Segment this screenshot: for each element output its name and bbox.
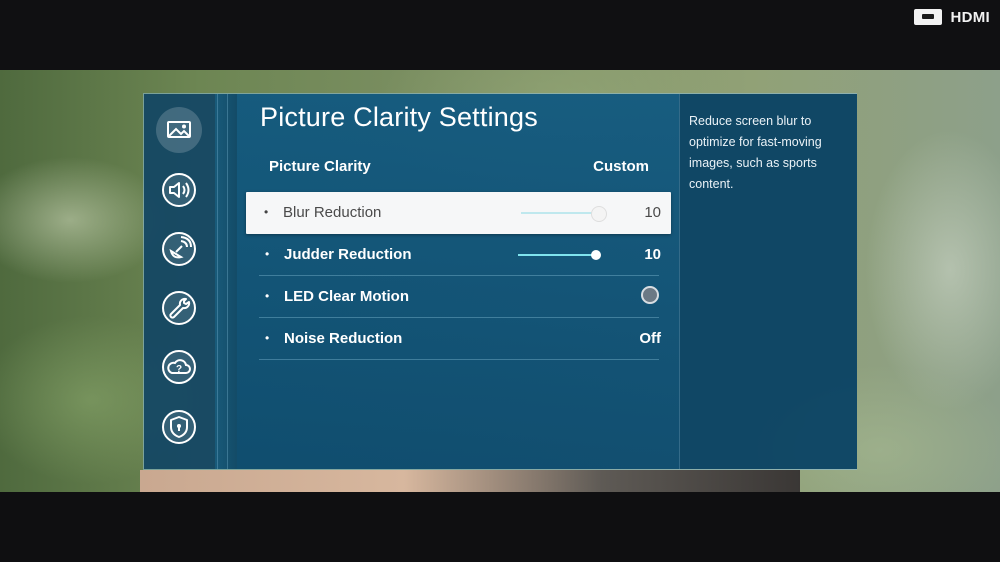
bullet: • <box>264 205 269 219</box>
picture-clarity-value: Custom <box>593 158 649 175</box>
help-cloud-icon[interactable]: ? <box>156 344 202 390</box>
noise-reduction-value: Off <box>639 330 661 347</box>
bullet: • <box>265 289 270 303</box>
blur-reduction-label: Blur Reduction <box>283 204 382 221</box>
led-clear-motion-toggle[interactable] <box>641 286 659 304</box>
video-background-detail <box>140 470 800 492</box>
category-rail: ? <box>144 94 215 469</box>
wrench-icon[interactable] <box>156 285 202 331</box>
slider-track <box>521 212 599 214</box>
slider-knob[interactable] <box>591 206 607 222</box>
judder-reduction-row[interactable]: • Judder Reduction 10 <box>247 234 671 276</box>
satellite-icon[interactable] <box>156 226 202 272</box>
blur-reduction-value: 10 <box>644 204 661 221</box>
bullet: • <box>265 331 270 345</box>
rail-divider <box>215 94 237 469</box>
judder-reduction-label: Judder Reduction <box>284 246 412 263</box>
input-source-indicator: HDMI <box>914 7 990 27</box>
sound-icon[interactable] <box>156 167 202 213</box>
picture-clarity-header[interactable]: Picture Clarity Custom <box>269 158 649 182</box>
row-divider <box>259 359 659 360</box>
led-clear-motion-row[interactable]: • LED Clear Motion <box>247 276 671 318</box>
picture-clarity-label: Picture Clarity <box>269 158 371 175</box>
shield-icon[interactable] <box>156 404 202 450</box>
letterbox-top <box>0 0 1000 70</box>
page-title: Picture Clarity Settings <box>260 102 538 132</box>
led-clear-motion-label: LED Clear Motion <box>284 288 410 305</box>
help-text: Reduce screen blur to optimize for fast-… <box>689 114 822 191</box>
judder-reduction-slider[interactable] <box>518 250 601 260</box>
noise-reduction-label: Noise Reduction <box>284 330 403 347</box>
bullet: • <box>265 247 270 261</box>
help-panel: Reduce screen blur to optimize for fast-… <box>679 94 857 469</box>
blur-reduction-row[interactable]: • Blur Reduction 10 <box>246 192 671 234</box>
slider-knob[interactable] <box>591 250 601 260</box>
noise-reduction-row[interactable]: • Noise Reduction Off <box>247 318 671 360</box>
svg-text:?: ? <box>176 364 182 375</box>
settings-menu: ? Picture Clarity Settings Picture Clari… <box>143 93 857 470</box>
letterbox-bottom <box>0 492 1000 562</box>
judder-reduction-value: 10 <box>644 246 661 263</box>
hdmi-icon <box>914 9 943 25</box>
blur-reduction-slider[interactable] <box>521 206 607 222</box>
slider-track <box>518 254 596 256</box>
input-source-label: HDMI <box>950 8 990 26</box>
picture-icon[interactable] <box>156 107 202 153</box>
